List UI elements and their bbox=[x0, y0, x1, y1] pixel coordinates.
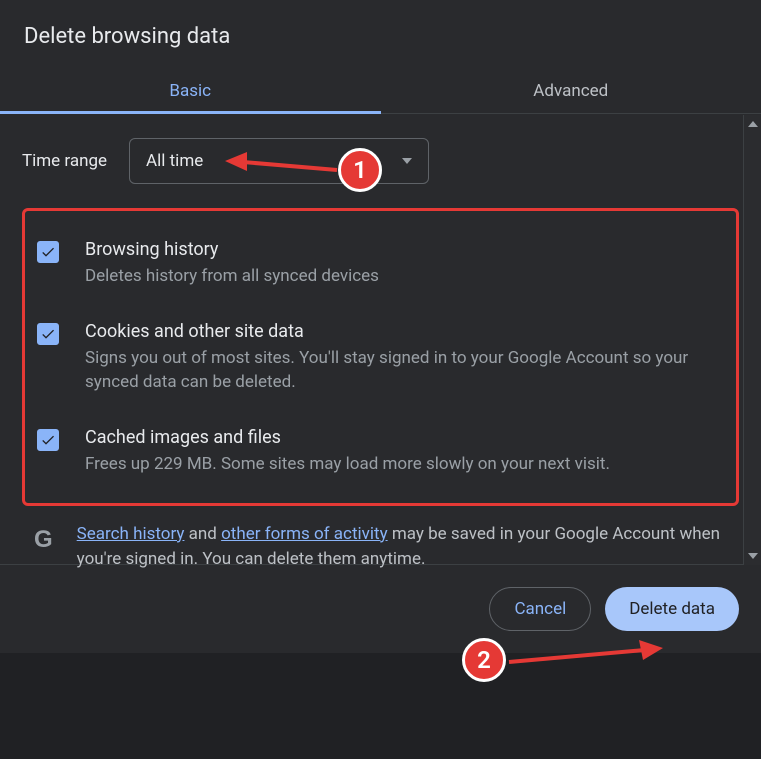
option-desc: Frees up 229 MB. Some sites may load mor… bbox=[85, 452, 724, 477]
dialog-title: Delete browsing data bbox=[0, 0, 761, 67]
chevron-down-icon bbox=[402, 158, 412, 164]
chevron-up-icon bbox=[748, 121, 758, 127]
option-title: Cached images and files bbox=[85, 427, 724, 448]
tabs-bar: Basic Advanced bbox=[0, 67, 761, 114]
check-icon bbox=[40, 326, 56, 342]
option-desc: Signs you out of most sites. You'll stay… bbox=[85, 346, 724, 395]
chevron-down-icon bbox=[748, 553, 758, 559]
checkbox-cache[interactable] bbox=[37, 429, 59, 451]
option-cookies[interactable]: Cookies and other site data Signs you ou… bbox=[37, 311, 724, 417]
google-info-row: G Search history and other forms of acti… bbox=[22, 506, 739, 573]
delete-data-button[interactable]: Delete data bbox=[605, 587, 739, 631]
option-cache[interactable]: Cached images and files Frees up 229 MB.… bbox=[37, 417, 724, 485]
option-browsing-history[interactable]: Browsing history Deletes history from al… bbox=[37, 229, 724, 311]
tab-advanced[interactable]: Advanced bbox=[381, 67, 761, 113]
time-range-dropdown[interactable]: All time bbox=[129, 138, 429, 184]
google-icon: G bbox=[34, 526, 53, 554]
tab-basic[interactable]: Basic bbox=[0, 67, 381, 113]
scrollbar[interactable] bbox=[743, 115, 761, 565]
backdrop bbox=[0, 653, 761, 753]
option-title: Browsing history bbox=[85, 239, 724, 260]
option-title: Cookies and other site data bbox=[85, 321, 724, 342]
check-icon bbox=[40, 432, 56, 448]
option-desc: Deletes history from all synced devices bbox=[85, 264, 724, 289]
link-other-activity[interactable]: other forms of activity bbox=[221, 524, 388, 544]
check-icon bbox=[40, 244, 56, 260]
checkbox-cookies[interactable] bbox=[37, 323, 59, 345]
annotation-badge-2: 2 bbox=[462, 638, 506, 682]
google-info-text: Search history and other forms of activi… bbox=[77, 522, 727, 573]
info-text-fragment: and bbox=[184, 524, 221, 544]
time-range-label: Time range bbox=[22, 151, 107, 171]
scroll-up-button[interactable] bbox=[744, 115, 761, 133]
checkbox-browsing-history[interactable] bbox=[37, 241, 59, 263]
annotation-badge-1: 1 bbox=[338, 148, 382, 192]
link-search-history[interactable]: Search history bbox=[77, 524, 185, 544]
scroll-down-button[interactable] bbox=[744, 547, 761, 565]
options-highlight: Browsing history Deletes history from al… bbox=[22, 208, 739, 506]
cancel-button[interactable]: Cancel bbox=[489, 587, 591, 631]
dialog-footer: Cancel Delete data bbox=[0, 564, 761, 653]
time-range-value: All time bbox=[146, 151, 203, 171]
dialog-body: Time range All time Browsing history Del… bbox=[0, 114, 761, 564]
